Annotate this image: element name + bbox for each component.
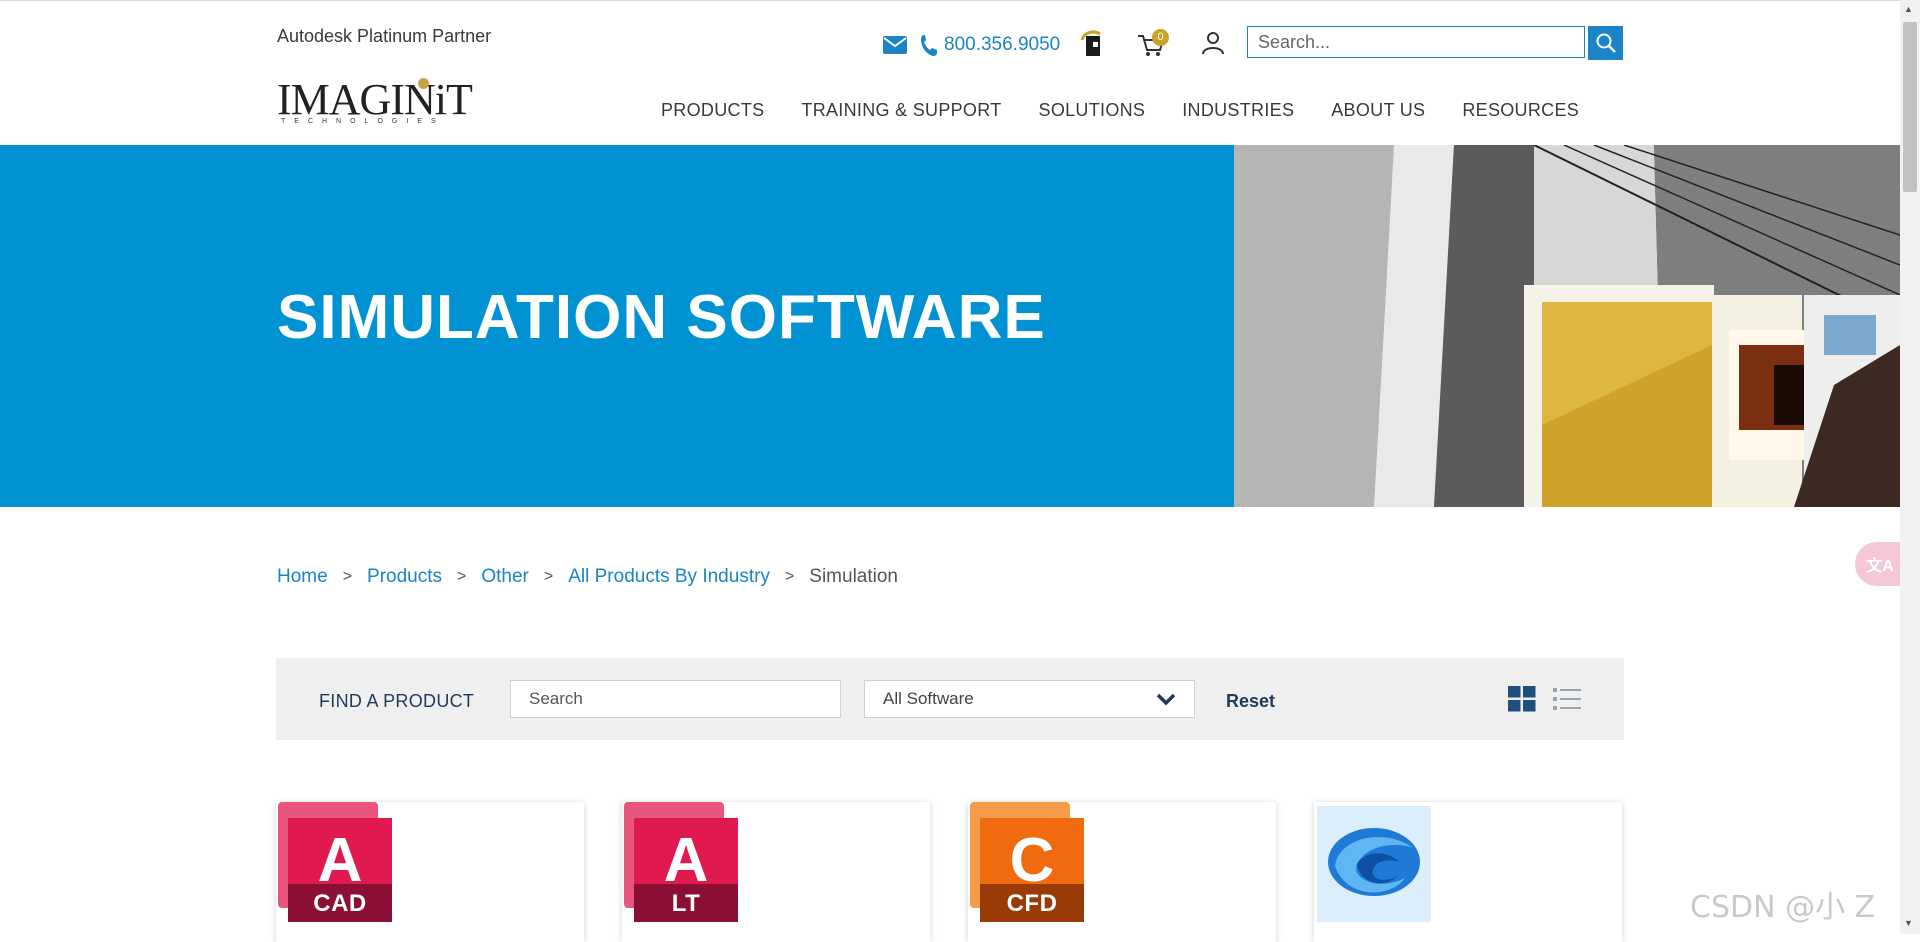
product-card[interactable] — [1314, 802, 1622, 942]
breadcrumb-separator: > — [784, 568, 795, 585]
product-filter-bar: FIND A PRODUCT All Software Reset — [276, 658, 1624, 740]
breadcrumb-all-products-by-industry[interactable]: All Products By Industry — [568, 566, 770, 588]
hero-banner: SIMULATION SOFTWARE — [0, 145, 1900, 507]
breadcrumb-products[interactable]: Products — [367, 566, 442, 588]
breadcrumb-separator: > — [342, 568, 353, 585]
logo-wordmark: IMAGINiT — [277, 75, 473, 124]
product-tile-abbr: LT — [671, 890, 701, 917]
breadcrumb-separator: > — [457, 568, 467, 585]
site-search-button[interactable] — [1588, 26, 1623, 60]
nav-item-industries[interactable]: INDUSTRIES — [1182, 100, 1294, 121]
product-card[interactable]: C CFD — [968, 802, 1276, 942]
phone-number[interactable]: 800.356.9050 — [944, 34, 1060, 56]
mail-icon[interactable] — [883, 36, 907, 54]
list-view-icon[interactable] — [1553, 686, 1581, 712]
swirl-logo-icon — [1317, 806, 1431, 922]
nav-item-training-support[interactable]: TRAINING & SUPPORT — [801, 100, 1001, 121]
find-product-label: FIND A PRODUCT — [319, 691, 475, 711]
product-search-input[interactable] — [510, 680, 841, 718]
user-account-icon[interactable] — [1200, 30, 1226, 56]
search-icon — [1596, 33, 1616, 53]
phone-icon[interactable] — [920, 33, 938, 57]
scrollbar-thumb[interactable] — [1903, 22, 1917, 192]
translate-button[interactable]: 文A — [1855, 542, 1905, 586]
scroll-down-arrow-icon[interactable]: ▼ — [1904, 918, 1913, 928]
product-tile-abbr: CFD — [1006, 890, 1058, 917]
logo-dot-icon — [418, 78, 429, 89]
product-card[interactable]: A CAD — [276, 802, 584, 942]
reset-button[interactable]: Reset — [1226, 691, 1275, 712]
nav-item-solutions[interactable]: SOLUTIONS — [1039, 100, 1146, 121]
autocad-tile-icon: A CAD — [278, 802, 392, 922]
product-card[interactable]: A LT — [622, 802, 930, 942]
cart-count-badge: 0 — [1152, 29, 1169, 46]
top-divider — [0, 0, 1900, 1]
breadcrumb-home[interactable]: Home — [277, 566, 328, 588]
logo-subtext: TECHNOLOGIES — [281, 118, 445, 125]
software-select[interactable]: All Software — [864, 680, 1195, 718]
breadcrumb-current: Simulation — [809, 566, 898, 587]
breadcrumb-separator: > — [543, 568, 554, 585]
site-search-input[interactable] — [1247, 26, 1585, 58]
watermark-text: CSDN @小 Z — [1690, 890, 1876, 925]
grid-view-icon[interactable] — [1508, 686, 1536, 712]
scroll-up-arrow-icon[interactable]: ▲ — [1904, 4, 1913, 14]
main-nav: PRODUCTS TRAINING & SUPPORT SOLUTIONS IN… — [661, 100, 1616, 121]
nav-item-products[interactable]: PRODUCTS — [661, 100, 764, 121]
software-select-value: All Software — [883, 689, 974, 708]
promo-badge-icon[interactable] — [1078, 30, 1106, 58]
imaginit-logo[interactable]: IMAGINiT TECHNOLOGIES — [277, 78, 473, 128]
chevron-down-icon — [1156, 693, 1176, 706]
nav-item-about-us[interactable]: ABOUT US — [1331, 100, 1425, 121]
breadcrumb-other[interactable]: Other — [481, 566, 529, 588]
breadcrumb: Home > Products > Other > All Products B… — [277, 566, 898, 588]
partner-text: Autodesk Platinum Partner — [277, 26, 492, 46]
translate-icon: 文A — [1866, 558, 1894, 575]
product-tile-abbr: CAD — [313, 890, 367, 917]
nav-item-resources[interactable]: RESOURCES — [1462, 100, 1579, 121]
hero-building-image — [1234, 145, 1900, 507]
cfd-tile-icon: C CFD — [970, 802, 1084, 922]
autocad-lt-tile-icon: A LT — [624, 802, 738, 922]
page-title: SIMULATION SOFTWARE — [277, 283, 1046, 352]
